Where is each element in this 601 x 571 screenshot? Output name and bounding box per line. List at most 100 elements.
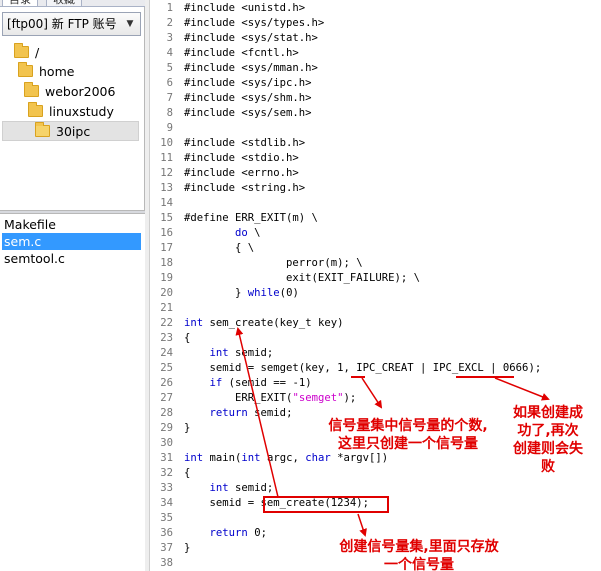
file-item-sem-c[interactable]: sem.c [2, 233, 141, 250]
code-line: 13 #include <string.h> [151, 181, 601, 196]
line-number: 38 [160, 557, 173, 569]
code-line: 17 { \ [151, 241, 601, 256]
code-text: #include <string.h> [184, 182, 306, 194]
line-number: 3 [166, 32, 173, 44]
code-line: 9 [151, 121, 601, 136]
code-line: 25 semid = semget(key, 1, IPC_CREAT | IP… [151, 361, 601, 376]
code-line: 21 [151, 301, 601, 316]
code-text: } [184, 542, 191, 554]
code-text: { [184, 467, 191, 479]
code-text: #include <sys/mman.h> [184, 62, 318, 74]
code-text: #include <stdlib.h> [184, 137, 306, 149]
code-line: 23 { [151, 331, 601, 346]
code-line: 6 #include <sys/ipc.h> [151, 76, 601, 91]
code-text: if (semid == -1) [209, 377, 312, 389]
folder-open-icon [35, 122, 50, 137]
tree-item-30ipc[interactable]: 30ipc [2, 121, 139, 141]
code-line: 18 perror(m); \ [151, 256, 601, 271]
chevron-down-icon[interactable]: ▼ [122, 16, 138, 32]
line-number: 36 [160, 527, 173, 539]
code-editor[interactable]: 1 #include <unistd.h> 2 #include <sys/types… [151, 0, 601, 571]
folder-icon [24, 82, 39, 97]
directory-tree: / home webor2006 linuxstudy 30ipc [0, 40, 145, 210]
code-line: 3 #include <sys/stat.h> [151, 31, 601, 46]
tree-item-label: webor2006 [45, 84, 116, 99]
tree-item-root[interactable]: / [14, 43, 39, 63]
file-browser-panel: 目录 收藏 [ftp00] 新 FTP 账号 ▼ / home webor200… [0, 0, 145, 571]
code-line: 14 [151, 196, 601, 211]
line-number: 9 [166, 122, 173, 134]
code-text: int semid; [209, 482, 274, 494]
code-line: 31 int main(int argc, char *argv[]) [151, 451, 601, 466]
code-text: #include <errno.h> [184, 167, 299, 179]
line-number: 28 [160, 407, 173, 419]
line-number: 18 [160, 257, 173, 269]
code-text: #include <fcntl.h> [184, 47, 299, 59]
line-number: 5 [166, 62, 173, 74]
line-number: 22 [160, 317, 173, 329]
code-text: #define ERR_EXIT(m) \ [184, 212, 318, 224]
code-text: #include <sys/ipc.h> [184, 77, 312, 89]
code-text: #include <sys/stat.h> [184, 32, 318, 44]
line-number: 2 [166, 17, 173, 29]
code-text: ERR_EXIT("semget"); [184, 392, 357, 404]
tab-directory[interactable]: 目录 [2, 0, 38, 7]
code-line: 32 { [151, 466, 601, 481]
code-text: return 0; [209, 527, 267, 539]
code-line: 30 [151, 436, 601, 451]
code-line: 35 [151, 511, 601, 526]
line-number: 34 [160, 497, 173, 509]
line-number: 4 [166, 47, 173, 59]
code-text: int semid; [209, 347, 274, 359]
line-number: 24 [160, 347, 173, 359]
line-number: 1 [166, 2, 173, 14]
line-number: 37 [160, 542, 173, 554]
code-text: #include <stdio.h> [184, 152, 299, 164]
folder-icon [18, 62, 33, 77]
line-number: 35 [160, 512, 173, 524]
line-number: 14 [160, 197, 173, 209]
code-line: 19 exit(EXIT_FAILURE); \ [151, 271, 601, 286]
code-line: 7 #include <sys/shm.h> [151, 91, 601, 106]
code-line: 38 [151, 556, 601, 571]
code-text: #include <sys/shm.h> [184, 92, 312, 104]
line-number: 15 [160, 212, 173, 224]
tree-item-label: / [35, 45, 40, 60]
tree-item-home[interactable]: home [18, 62, 74, 82]
code-text: perror(m); \ [184, 257, 363, 269]
code-line: 2 #include <sys/types.h> [151, 16, 601, 31]
code-text: int main(int argc, char *argv[]) [184, 452, 389, 464]
code-text: semid = semget(key, 1, IPC_CREAT | IPC_E… [184, 362, 542, 374]
line-number: 21 [160, 302, 173, 314]
line-number: 30 [160, 437, 173, 449]
line-number: 33 [160, 482, 173, 494]
code-text: { [184, 332, 191, 344]
code-text: #include <unistd.h> [184, 2, 306, 14]
line-number: 29 [160, 422, 173, 434]
vertical-splitter[interactable] [145, 0, 150, 571]
code-text: #include <sys/types.h> [184, 17, 325, 29]
code-line: 27 ERR_EXIT("semget"); [151, 391, 601, 406]
tree-item-label: 30ipc [56, 124, 91, 139]
code-line: 22 int sem_create(key_t key) [151, 316, 601, 331]
file-item-semtool-c[interactable]: semtool.c [2, 250, 141, 267]
code-text: int sem_create(key_t key) [184, 317, 344, 329]
line-number: 25 [160, 362, 173, 374]
code-line: 12 #include <errno.h> [151, 166, 601, 181]
code-line: 33 int semid; [151, 481, 601, 496]
line-number: 7 [166, 92, 173, 104]
code-line: 8 #include <sys/sem.h> [151, 106, 601, 121]
line-number: 17 [160, 242, 173, 254]
file-item-makefile[interactable]: Makefile [2, 216, 141, 233]
tree-item-linuxstudy[interactable]: linuxstudy [28, 102, 114, 122]
line-number: 16 [160, 227, 173, 239]
code-line: 24 int semid; [151, 346, 601, 361]
line-number: 26 [160, 377, 173, 389]
line-number: 11 [160, 152, 173, 164]
panel-tabs: 目录 收藏 [0, 0, 145, 7]
folder-icon [28, 102, 43, 117]
code-line: 4 #include <fcntl.h> [151, 46, 601, 61]
ftp-account-dropdown[interactable]: [ftp00] 新 FTP 账号 ▼ [2, 12, 141, 36]
tree-item-webor2006[interactable]: webor2006 [24, 82, 115, 102]
tab-favorites[interactable]: 收藏 [46, 0, 82, 7]
